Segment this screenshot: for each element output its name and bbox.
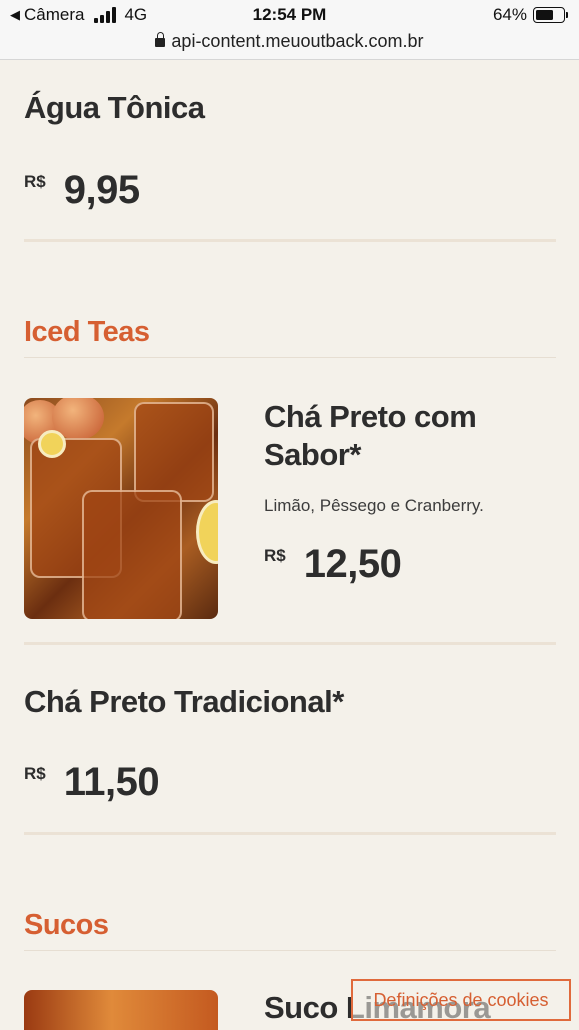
currency-label: R$ (24, 172, 46, 191)
price-value: 11,50 (63, 760, 160, 804)
item-divider (24, 642, 556, 645)
item-divider (24, 832, 556, 835)
item-price-cha-sabor: R$ 12,50 (264, 542, 402, 587)
item-description: Limão, Pêssego e Cranberry. (264, 496, 484, 515)
currency-label: R$ (24, 764, 46, 783)
price-value: 9,95 (63, 168, 140, 212)
browser-top-bar: ◀ Câmera 4G 12:54 PM 64% api-content.meu… (0, 0, 579, 60)
battery-percent: 64% (492, 5, 527, 24)
item-name-agua-tonica: Água Tônica (24, 90, 205, 125)
item-name-cha-tradicional: Chá Preto Tradicional* (24, 684, 344, 719)
battery-fill (536, 10, 553, 20)
section-title-iced-teas: Iced Teas (24, 316, 150, 348)
glass-shape (134, 402, 214, 502)
cookie-settings-button[interactable]: Definições de cookies (351, 979, 571, 1021)
lime-shape (38, 430, 66, 458)
item-price-agua-tonica: R$ 9,95 (24, 168, 140, 213)
iced-tea-image[interactable] (24, 398, 218, 619)
price-value: 12,50 (303, 542, 402, 586)
currency-label: R$ (264, 546, 286, 565)
section-title-sucos: Sucos (24, 909, 109, 941)
url-text[interactable]: api-content.meuoutback.com.br (171, 31, 423, 51)
section-divider (24, 357, 556, 358)
status-bar: ◀ Câmera 4G 12:54 PM 64% (0, 5, 579, 29)
section-divider (24, 950, 556, 951)
battery-icon (533, 7, 568, 23)
status-right: 64% (492, 5, 568, 25)
lemon-shape (196, 500, 218, 564)
item-name-cha-sabor: Chá Preto com Sabor* (264, 398, 477, 474)
lock-icon (155, 32, 166, 47)
item-price-cha-tradicional: R$ 11,50 (24, 760, 160, 805)
glass-shape (82, 490, 182, 619)
item-divider (24, 239, 556, 242)
item-name-line: Sabor* (264, 437, 361, 472)
item-name-line: Chá Preto com (264, 399, 477, 434)
juice-image[interactable] (24, 990, 218, 1030)
address-bar[interactable]: api-content.meuoutback.com.br (0, 31, 579, 52)
